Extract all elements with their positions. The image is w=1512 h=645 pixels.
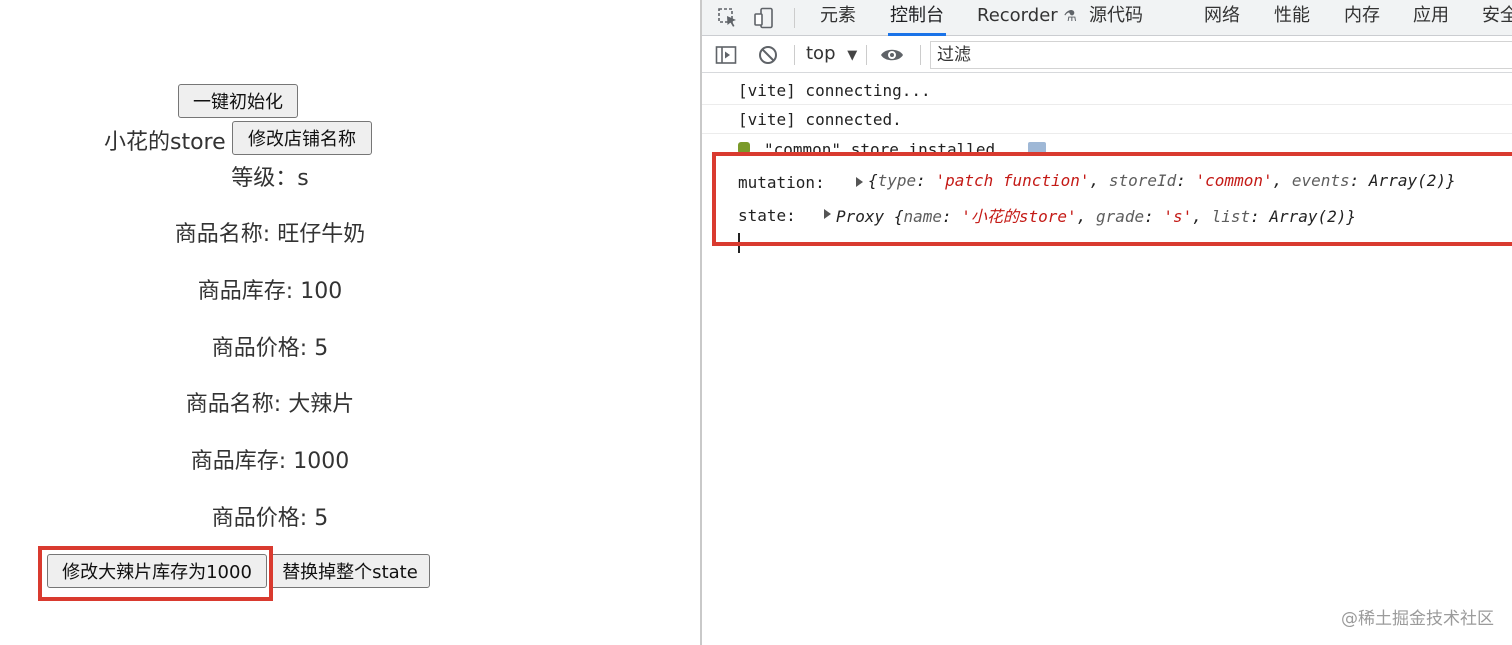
colon: :	[1250, 207, 1270, 226]
tab-security[interactable]: 安全	[1482, 0, 1512, 36]
flask-icon: ⚗	[1063, 7, 1077, 25]
key-name: name	[903, 207, 942, 226]
toolbar-separator	[920, 45, 921, 65]
value-name: '小花的store'	[961, 207, 1077, 226]
key-storeid: storeId	[1108, 171, 1177, 190]
toolbar-separator	[794, 45, 795, 65]
comma: ,	[1192, 207, 1212, 226]
devtools-tab-bar: 元素 控制台 Recorder ⚗ 源代码 网络 性能 内存 应用 安全	[702, 0, 1512, 36]
dropdown-arrow-icon: ▼	[847, 48, 858, 63]
tab-console[interactable]: 控制台	[888, 0, 946, 36]
console-text: [vite] connected.	[738, 110, 902, 129]
value-grade: 's'	[1163, 207, 1193, 226]
key-grade: grade	[1095, 207, 1145, 226]
console-text: "common" store installed	[764, 140, 996, 154]
console-toolbar: top ▼	[702, 37, 1512, 73]
value-storeid: 'common'	[1195, 171, 1273, 190]
product-2-stock: 商品库存: 1000	[190, 449, 350, 474]
badge-icon	[1028, 142, 1046, 154]
key-list: list	[1211, 207, 1251, 226]
tab-recorder[interactable]: Recorder ⚗	[977, 0, 1077, 36]
eye-icon[interactable]	[880, 43, 904, 67]
colon: :	[1176, 171, 1196, 190]
console-message: "common" store installed	[702, 134, 1512, 154]
console-message: [vite] connected.	[702, 105, 1512, 134]
value-events: Array(2)	[1368, 171, 1446, 190]
context-select[interactable]: top ▼	[806, 43, 857, 64]
product-1-name: 商品名称: 旺仔牛奶	[174, 222, 366, 247]
tab-separator	[794, 8, 795, 28]
context-select-value: top	[806, 43, 836, 64]
sidebar-toggle-icon[interactable]	[714, 43, 738, 67]
colon: :	[916, 171, 936, 190]
devtools-pane: 元素 控制台 Recorder ⚗ 源代码 网络 性能 内存 应用 安全 top…	[700, 0, 1512, 645]
product-1-price: 商品价格: 5	[211, 336, 329, 361]
inspect-element-icon[interactable]	[716, 6, 740, 30]
expand-triangle-icon[interactable]	[856, 177, 863, 187]
colon: :	[1144, 207, 1164, 226]
tab-network[interactable]: 网络	[1204, 0, 1240, 36]
app-pane: 一键初始化 小花的store 修改店铺名称 等级：s 商品名称: 旺仔牛奶 商品…	[0, 0, 700, 645]
value-list: Array(2)	[1269, 207, 1347, 226]
brace-close: }	[1445, 171, 1456, 190]
brace-close: }	[1346, 207, 1357, 226]
key-type: type	[877, 171, 917, 190]
state-object[interactable]: Proxy {name: '小花的store', grade: 's', lis…	[836, 203, 1356, 227]
brace-open: {	[868, 171, 878, 190]
emoji-icon	[738, 142, 750, 154]
expand-triangle-icon[interactable]	[824, 209, 831, 219]
highlight-box-console	[712, 152, 1512, 246]
rename-store-button[interactable]: 修改店铺名称	[232, 121, 372, 155]
tab-recorder-label: Recorder	[977, 5, 1058, 26]
colon: :	[1349, 171, 1369, 190]
product-2-price: 商品价格: 5	[211, 506, 329, 531]
console-message: [vite] connecting...	[702, 76, 1512, 105]
product-2-name: 商品名称: 大辣片	[185, 392, 355, 417]
state-label: state:	[738, 206, 796, 225]
product-1-stock: 商品库存: 100	[197, 279, 343, 304]
colon: :	[941, 207, 962, 226]
filter-input[interactable]	[930, 41, 1512, 69]
proxy-label: Proxy	[836, 207, 885, 226]
toolbar-separator	[866, 45, 867, 65]
replace-state-button[interactable]: 替换掉整个state	[270, 554, 430, 588]
console-prompt-caret[interactable]	[738, 233, 740, 253]
modify-stock-button[interactable]: 修改大辣片库存为1000	[47, 554, 267, 588]
init-button[interactable]: 一键初始化	[178, 84, 298, 118]
comma: ,	[1272, 171, 1292, 190]
clear-console-icon[interactable]	[756, 43, 780, 67]
value-type: 'patch function'	[935, 171, 1090, 190]
mutation-object[interactable]: {type: 'patch function', storeId: 'commo…	[868, 171, 1456, 190]
brace-open: {	[893, 207, 904, 226]
tab-application[interactable]: 应用	[1413, 0, 1449, 36]
tab-elements[interactable]: 元素	[820, 0, 856, 36]
tab-sources[interactable]: 源代码	[1089, 0, 1143, 36]
grade-text: 等级：s	[231, 166, 309, 191]
console-text: [vite] connecting...	[738, 81, 931, 100]
key-events: events	[1291, 171, 1350, 190]
store-name: 小花的store	[104, 130, 226, 155]
mutation-label: mutation:	[738, 173, 825, 192]
comma: ,	[1076, 207, 1096, 226]
tab-performance[interactable]: 性能	[1274, 0, 1310, 36]
device-toolbar-icon[interactable]	[752, 6, 776, 30]
watermark: @稀土掘金技术社区	[1341, 609, 1494, 629]
tab-memory[interactable]: 内存	[1344, 0, 1380, 36]
comma: ,	[1089, 171, 1109, 190]
